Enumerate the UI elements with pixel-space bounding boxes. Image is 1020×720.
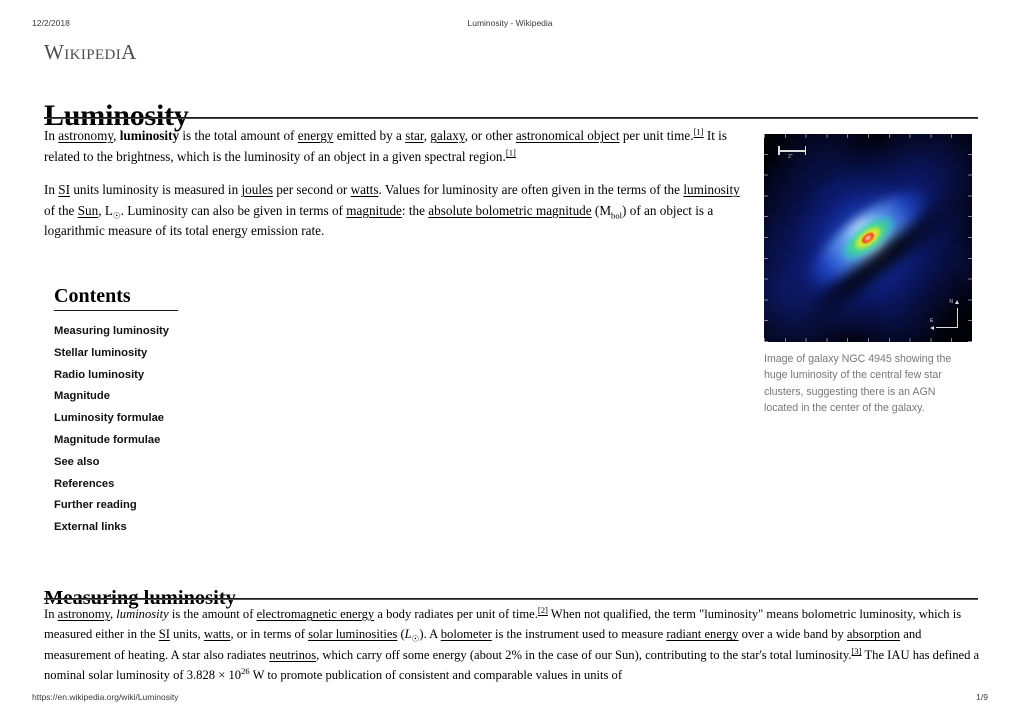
scale-bar-cap-right	[804, 146, 806, 155]
citation-ref-1b[interactable]: [1]	[506, 147, 516, 157]
link-absolute-bolometric-magnitude[interactable]: absolute bolometric magnitude	[428, 203, 591, 218]
text-fragment: . Values for luminosity are often given …	[378, 182, 684, 197]
scale-bar-label: 2"	[788, 154, 793, 160]
link-radiant-energy[interactable]: radiant energy	[666, 627, 738, 641]
text-fragment: , or in terms of	[230, 627, 309, 642]
compass-north-arrowhead	[954, 300, 959, 304]
text-fragment: In	[44, 128, 59, 143]
text-fragment: : the	[401, 202, 429, 218]
toc-item-magnitude-formulae[interactable]: Magnitude formulae	[54, 430, 304, 452]
section-divider	[44, 598, 978, 600]
subscript-bol: bol	[611, 210, 623, 221]
term-luminosity: luminosity	[119, 128, 180, 143]
toc-item-measuring-luminosity[interactable]: Measuring luminosity	[54, 321, 304, 343]
title-divider	[44, 117, 978, 119]
intro-paragraph-1: In astronomy, luminosity is the total am…	[44, 126, 746, 167]
toc-item-magnitude[interactable]: Magnitude	[54, 386, 304, 408]
toc-item-external-links[interactable]: External links	[54, 517, 304, 539]
emphasis-luminosity: luminosity	[116, 607, 169, 621]
article-figure: 2" N E Image of galaxy NGC 4945 showing …	[764, 134, 972, 417]
text-fragment: In	[44, 182, 59, 197]
link-neutrinos[interactable]: neutrinos	[269, 648, 316, 662]
link-electromagnetic-energy[interactable]: electromagnetic energy	[257, 607, 375, 621]
text-fragment: In	[44, 607, 58, 621]
section-paragraph: In astronomy, luminosity is the amount o…	[44, 604, 980, 685]
toc-item-luminosity-formulae[interactable]: Luminosity formulae	[54, 408, 304, 430]
compass-icon: N E	[930, 300, 960, 330]
contents-divider	[54, 310, 178, 311]
toc-item-see-also[interactable]: See also	[54, 452, 304, 474]
text-fragment: , which carry off some energy (about 2% …	[316, 647, 852, 662]
link-absorption[interactable]: absorption	[847, 627, 900, 641]
text-fragment: units luminosity is measured in	[70, 182, 242, 197]
solar-luminosity-value: 3.828 × 10	[186, 667, 242, 682]
link-magnitude[interactable]: magnitude	[346, 203, 402, 218]
citation-ref-3[interactable]: [3]	[852, 645, 862, 655]
link-joules[interactable]: joules	[241, 182, 273, 197]
text-fragment: units,	[169, 627, 204, 642]
link-sun[interactable]: Sun	[78, 203, 99, 218]
compass-east-arrowhead	[930, 325, 934, 330]
text-fragment: per second or	[272, 182, 351, 197]
link-si-2[interactable]: SI	[159, 627, 170, 641]
link-watts[interactable]: watts	[351, 182, 379, 197]
contents-heading: Contents	[54, 285, 131, 307]
text-fragment: , L	[98, 202, 113, 218]
compass-north-label: N	[949, 299, 953, 305]
citation-ref-1[interactable]: [1]	[694, 127, 704, 137]
link-astronomy[interactable]: astronomy	[58, 128, 113, 143]
text-fragment: of the	[44, 202, 78, 218]
toc-item-stellar-luminosity[interactable]: Stellar luminosity	[54, 343, 304, 365]
text-fragment: a body radiates per unit of time.	[374, 607, 538, 621]
galaxy-image-ngc4945[interactable]: 2" N E	[764, 134, 972, 342]
link-bolometer[interactable]: bolometer	[441, 627, 492, 641]
table-of-contents: Contents Measuring luminosity Stellar lu…	[54, 285, 304, 539]
intro-paragraph-2: In SI units luminosity is measured in jo…	[44, 180, 746, 242]
compass-east-line	[936, 326, 958, 328]
sun-symbol-icon: ☉	[112, 210, 121, 221]
scale-bar-line	[778, 150, 806, 152]
text-fragment: per unit time.	[619, 128, 694, 143]
link-galaxy[interactable]: galaxy	[430, 128, 464, 143]
text-fragment: W to promote publication of consistent a…	[249, 667, 623, 682]
compass-north-line	[956, 308, 958, 328]
link-luminosity[interactable]: luminosity	[683, 182, 739, 197]
article-intro: In astronomy, luminosity is the total am…	[44, 126, 746, 255]
figure-caption: Image of galaxy NGC 4945 showing the hug…	[764, 353, 952, 415]
symbol-L: L	[404, 627, 412, 642]
compass-east-label: E	[930, 318, 934, 324]
section-body-measuring-luminosity: In astronomy, luminosity is the amount o…	[44, 604, 980, 685]
text-fragment: ,	[113, 128, 120, 143]
text-fragment: . Luminosity can also be given in terms …	[120, 202, 347, 218]
footer-page-number: 1/9	[976, 692, 988, 702]
text-fragment: (	[397, 627, 405, 642]
link-astronomy-2[interactable]: astronomy	[58, 607, 110, 621]
toc-item-references[interactable]: References	[54, 474, 304, 496]
text-fragment: (M	[591, 202, 612, 218]
scale-bar-icon: 2"	[778, 146, 806, 160]
citation-ref-2[interactable]: [2]	[538, 605, 548, 615]
text-fragment: is the total amount of	[179, 128, 298, 143]
text-fragment: is the instrument used to measure	[491, 627, 667, 642]
footer-url: https://en.wikipedia.org/wiki/Luminosity	[32, 692, 179, 702]
text-fragment: , or other	[464, 128, 516, 143]
text-fragment: over a wide band by	[738, 627, 847, 642]
toc-item-radio-luminosity[interactable]: Radio luminosity	[54, 365, 304, 387]
link-astronomical-object[interactable]: astronomical object	[516, 128, 620, 143]
text-fragment: is the amount of	[168, 607, 257, 621]
wikipedia-wordmark: WikipediA	[44, 40, 137, 64]
solar-luminosity-exponent: 26	[241, 665, 250, 676]
print-footer: https://en.wikipedia.org/wiki/Luminosity…	[0, 692, 1020, 706]
print-doc-title: Luminosity - Wikipedia	[467, 18, 553, 28]
link-solar-luminosities[interactable]: solar luminosities	[308, 627, 397, 641]
print-header: 12/2/2018 Luminosity - Wikipedia	[0, 18, 1020, 32]
text-fragment: ). A	[419, 627, 441, 642]
link-watts-2[interactable]: watts	[204, 627, 231, 641]
link-star[interactable]: star	[405, 128, 424, 143]
link-energy[interactable]: energy	[298, 128, 334, 143]
toc-item-further-reading[interactable]: Further reading	[54, 495, 304, 517]
text-fragment: emitted by a	[333, 128, 406, 143]
link-si[interactable]: SI	[58, 182, 70, 197]
